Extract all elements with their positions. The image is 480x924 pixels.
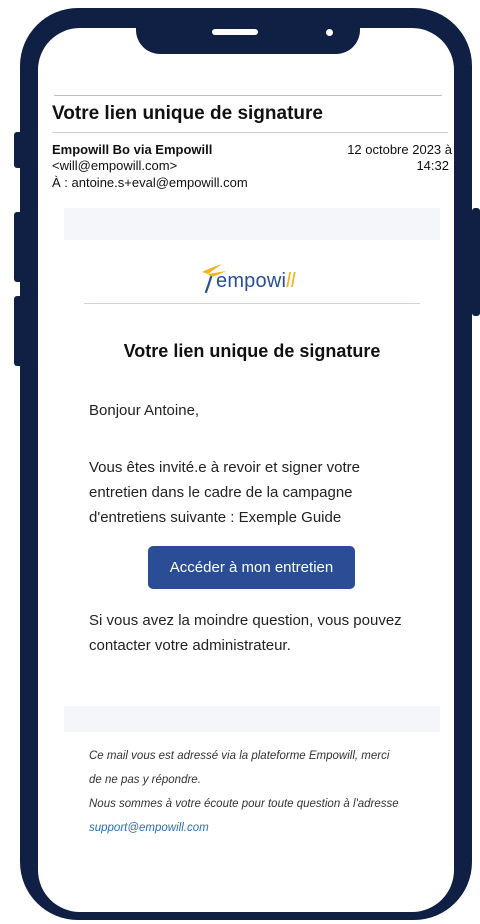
greeting-text: Bonjour Antoine, xyxy=(89,402,200,419)
logo-divider xyxy=(84,303,420,304)
body-title: Votre lien unique de signature xyxy=(123,341,381,361)
support-email-link[interactable]: support@empowill.com xyxy=(89,822,209,834)
email-time: 14:32 xyxy=(416,158,449,173)
phone-mockup: Votre lien unique de signature Empowill … xyxy=(0,0,480,924)
question-text: Si vous avez la moindre question, vous p… xyxy=(89,612,402,654)
power-button xyxy=(472,208,480,316)
email-top-band xyxy=(64,208,440,240)
footer-line-3: Nous sommes à votre écoute pour toute qu… xyxy=(89,798,399,810)
email-bottom-band xyxy=(64,706,440,732)
subject-divider xyxy=(52,132,448,133)
access-interview-button[interactable]: Accéder à mon entretien xyxy=(148,546,355,589)
empowill-logo: empowill xyxy=(196,262,316,296)
speaker-grille xyxy=(212,29,258,35)
email-subject: Votre lien unique de signature xyxy=(52,103,323,124)
footer-line-2: de ne pas y répondre. xyxy=(89,774,201,786)
header-divider xyxy=(54,95,442,96)
camera-dot xyxy=(326,29,333,36)
recipient-line: À : antoine.s+eval@empowill.com xyxy=(52,175,248,190)
invitation-text: Vous êtes invité.e à revoir et signer vo… xyxy=(89,459,360,526)
sender-name[interactable]: Empowill Bo via Empowill xyxy=(52,142,212,157)
logo-wordmark: empowill xyxy=(216,270,296,292)
email-date: 12 octobre 2023 à xyxy=(347,142,452,157)
sender-email[interactable]: <will@empowill.com> xyxy=(52,158,177,173)
email-footer: Ce mail vous est adressé via la platefor… xyxy=(89,744,439,840)
footer-line-1: Ce mail vous est adressé via la platefor… xyxy=(89,750,390,762)
